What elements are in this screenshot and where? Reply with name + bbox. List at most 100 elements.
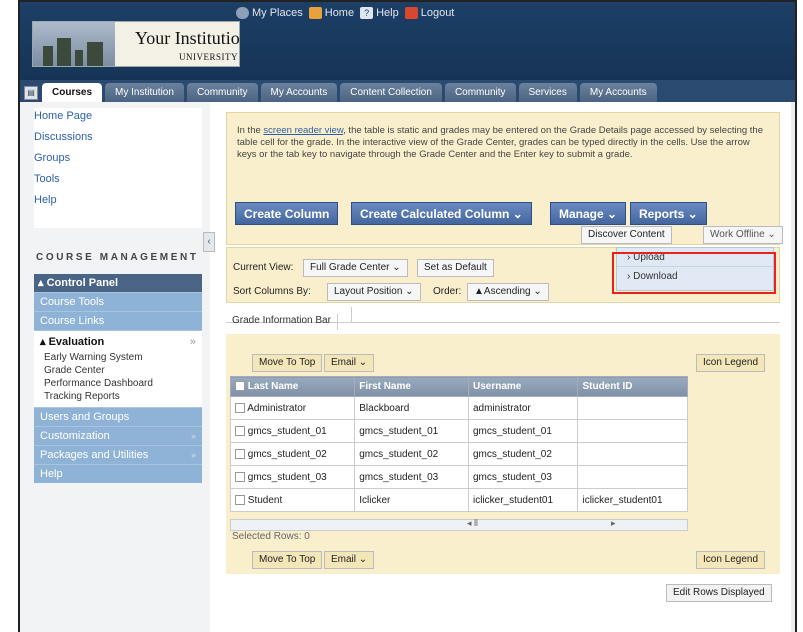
cell-username[interactable]: gmcs_student_01 [467,419,579,443]
tab-courses[interactable]: Courses [42,83,103,102]
early-warning-link[interactable]: Early Warning System [40,351,196,364]
icon-legend-button[interactable]: Icon Legend [696,354,766,372]
row-checkbox[interactable] [235,448,245,459]
cell-student-id[interactable]: iclicker_student01 [577,488,688,512]
menu-discussions[interactable]: Discussions [34,129,202,150]
horizontal-scrollbar[interactable]: ◂ ⦀ ▸ [230,518,688,531]
cell-first-name[interactable]: gmcs_student_02 [354,442,469,466]
move-to-top-button[interactable]: Move To Top [252,354,323,372]
institution-name: Your Institution [135,28,240,48]
email-button-bottom[interactable]: Email ⌄ [324,551,375,569]
campus-image [33,22,115,66]
cell-student-id[interactable] [577,396,688,420]
cell-last-name[interactable]: Student [229,488,356,512]
sort-columns-select[interactable]: Layout Position ⌄ [327,283,421,301]
home-link[interactable]: Home [308,7,354,19]
help-item[interactable]: Help [34,464,202,483]
grade-info-bar: Grade Information Bar [226,307,780,330]
icon-legend-button-bottom[interactable]: Icon Legend [696,551,766,569]
highlight-box [612,252,776,294]
cell-username[interactable]: administrator [467,396,579,420]
move-to-top-button-bottom[interactable]: Move To Top [252,551,323,569]
browser-frame: Your Institution UNIVERSITY My Places Ho… [18,0,797,632]
control-panel: ▴ Control Panel Course Tools Course Link… [34,274,202,483]
create-column-button[interactable]: Create Column [235,202,339,225]
collapse-sidebar-button[interactable]: ‹ [203,232,215,252]
cell-last-name[interactable]: Administrator [229,396,356,420]
current-view-select[interactable]: Full Grade Center ⌄ [303,259,408,277]
select-all-checkbox[interactable] [235,381,245,392]
cell-first-name[interactable]: Iclicker [354,488,469,512]
menu-tools[interactable]: Tools [34,171,202,192]
tracking-reports-link[interactable]: Tracking Reports [40,390,196,403]
scroll-left-icon[interactable]: ◂ ⦀ [467,518,478,529]
evaluation-header[interactable]: ▴ Evaluation» [40,333,196,351]
col-first-name[interactable]: First Name [354,376,469,397]
cell-username[interactable]: gmcs_student_03 [467,465,579,489]
grade-center-main: In the screen reader view, the table is … [218,102,795,632]
scroll-right-icon[interactable]: ▸ [611,518,616,529]
grade-center-link[interactable]: Grade Center [40,364,196,377]
menu-help[interactable]: Help [34,192,202,213]
discover-content-button[interactable]: Discover Content [581,226,672,244]
create-calculated-column-button[interactable]: Create Calculated Column ⌄ [351,202,532,225]
control-panel-header[interactable]: ▴ Control Panel [34,274,202,292]
cell-first-name[interactable]: gmcs_student_03 [354,465,469,489]
row-checkbox[interactable] [235,471,245,482]
logout-link[interactable]: Logout [404,7,454,19]
performance-dashboard-link[interactable]: Performance Dashboard [40,377,196,390]
row-checkbox[interactable] [235,402,245,413]
course-tools-item[interactable]: Course Tools [34,292,202,311]
cell-first-name[interactable]: Blackboard [354,396,469,420]
cell-username[interactable]: gmcs_student_02 [467,442,579,466]
cell-first-name[interactable]: gmcs_student_01 [354,419,469,443]
menu-home-page[interactable]: Home Page [34,108,202,129]
cell-last-name[interactable]: gmcs_student_03 [229,465,356,489]
tab-my-institution[interactable]: My Institution [105,83,184,102]
reports-button[interactable]: Reports ⌄ [630,202,707,225]
tab-content-collection[interactable]: Content Collection [340,83,442,102]
current-view-label: Current View: [233,262,294,273]
col-username[interactable]: Username [467,376,579,397]
users-groups-item[interactable]: Users and Groups [34,407,202,426]
course-sidebar: Home Page Discussions Groups Tools Help … [20,102,215,632]
grade-info-tab[interactable]: Grade Information Bar [226,314,338,330]
cell-student-id[interactable] [577,465,688,489]
my-places-link[interactable]: My Places [236,7,303,19]
tab-community-2[interactable]: Community [444,83,516,102]
row-checkbox[interactable] [235,494,245,505]
order-select[interactable]: ▲Ascending ⌄ [467,283,549,301]
cell-last-name[interactable]: gmcs_student_01 [229,419,356,443]
course-menu: Home Page Discussions Groups Tools Help [34,108,202,228]
email-button[interactable]: Email ⌄ [324,354,375,372]
col-last-name[interactable]: Last Name [229,376,356,397]
order-label: Order: [433,286,462,297]
cell-last-name[interactable]: gmcs_student_02 [229,442,356,466]
set-default-button[interactable]: Set as Default [417,259,494,277]
tab-community[interactable]: Community [186,83,258,102]
packages-utilities-item[interactable]: Packages and Utilities» [34,445,202,464]
tab-bar: ▤ Courses My Institution Community My Ac… [20,80,795,102]
tab-my-accounts-2[interactable]: My Accounts [579,83,657,102]
table-row: gmcs_student_03 gmcs_student_03 gmcs_stu… [229,465,688,489]
cell-username[interactable]: iclicker_student01 [467,488,579,512]
customization-item[interactable]: Customization» [34,426,202,445]
menu-groups[interactable]: Groups [34,150,202,171]
row-checkbox[interactable] [235,425,245,436]
tab-menu-icon[interactable]: ▤ [24,86,38,100]
vertical-scrollbar[interactable] [791,102,795,632]
manage-button[interactable]: Manage ⌄ [550,202,627,225]
help-link[interactable]: ? Help [360,7,399,19]
cell-student-id[interactable] [577,442,688,466]
edit-rows-displayed-button[interactable]: Edit Rows Displayed [666,584,772,602]
col-student-id[interactable]: Student ID [577,376,688,397]
tab-services[interactable]: Services [518,83,577,102]
screen-reader-view-link[interactable]: screen reader view [263,125,343,136]
cell-student-id[interactable] [577,419,688,443]
course-links-item[interactable]: Course Links [34,311,202,330]
tab-my-accounts[interactable]: My Accounts [260,83,338,102]
grade-table-area: Move To Top Email ⌄ Icon Legend Last Nam… [226,334,780,546]
work-offline-button[interactable]: Work Offline ⌄ [703,226,783,244]
instructions-text: In the screen reader view, the table is … [237,125,763,160]
table-row: Student Iclicker iclicker_student01 icli… [229,488,688,512]
